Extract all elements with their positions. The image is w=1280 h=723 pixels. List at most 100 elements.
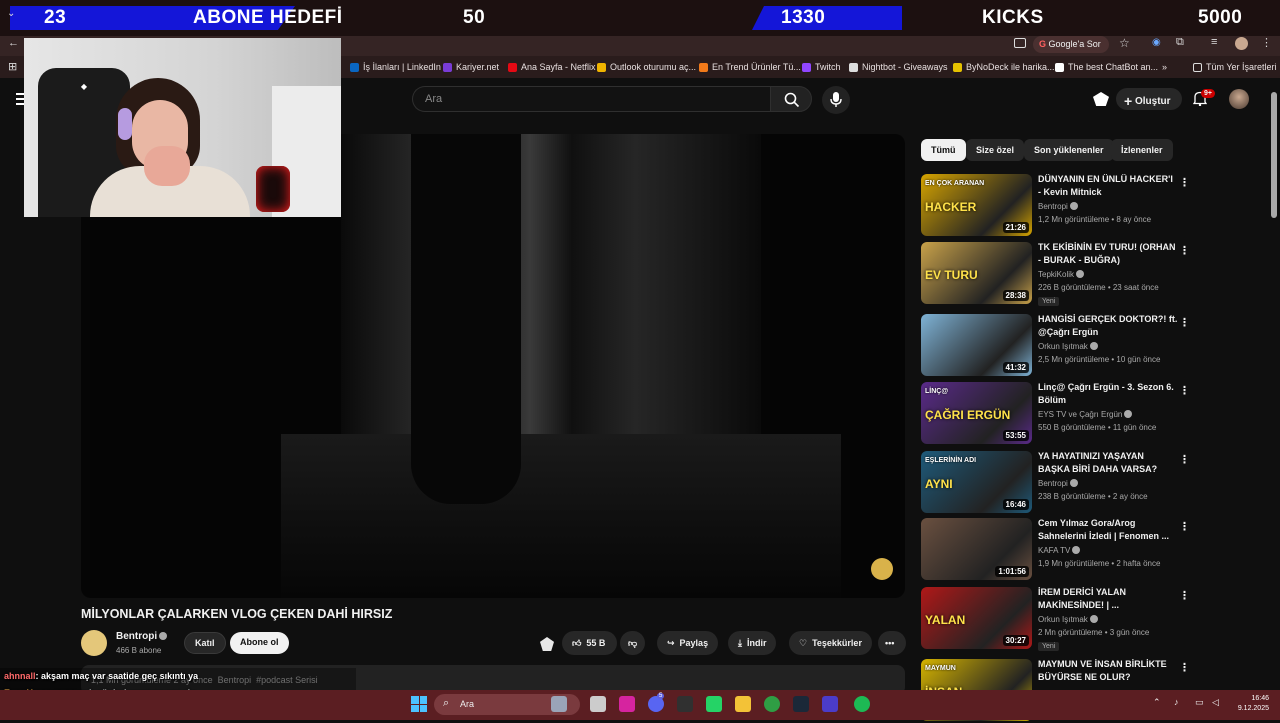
recommendation-item[interactable]: YALAN 30:27 İREM DERİCİ YALAN MAKİNESİNDE!… bbox=[921, 587, 1266, 651]
steam-icon[interactable] bbox=[793, 696, 809, 712]
channel-watermark-icon[interactable] bbox=[871, 558, 893, 580]
sparkle-icon[interactable] bbox=[540, 637, 554, 651]
recommendation-menu-icon[interactable]: ⋮ bbox=[1179, 244, 1190, 257]
video-thumbnail[interactable]: YALAN 30:27 bbox=[921, 587, 1032, 649]
channel-avatar[interactable] bbox=[81, 630, 107, 656]
bookmark-item[interactable]: İş İlanları | LinkedIn bbox=[350, 62, 441, 72]
instagram-icon[interactable] bbox=[619, 696, 635, 712]
cast-icon[interactable] bbox=[1014, 38, 1026, 48]
video-thumbnail[interactable]: EN ÇOK ARANAN HACKER 21:26 bbox=[921, 174, 1032, 236]
recommendation-title[interactable]: MAYMUN VE İNSAN BİRLİKTE BÜYÜRSE NE OLUR… bbox=[1038, 658, 1178, 684]
like-button[interactable]: 👍︎ 55 B bbox=[562, 631, 618, 655]
verified-icon bbox=[1089, 615, 1098, 623]
tray-chevron-icon[interactable]: ⌃ bbox=[1153, 697, 1161, 708]
explorer-window-icon[interactable] bbox=[590, 696, 606, 712]
chip-recent[interactable]: Son yüklenenler bbox=[1024, 139, 1114, 161]
bookmark-item[interactable]: Nightbot - Giveaways bbox=[849, 62, 948, 72]
recommendation-title[interactable]: YA HAYATINIZI YAŞAYAN BAŞKA BİRİ DAHA VA… bbox=[1038, 450, 1178, 476]
bookmarks-overflow-icon[interactable]: » bbox=[1162, 62, 1167, 72]
mic-tray-icon[interactable]: ♪ bbox=[1174, 697, 1179, 707]
chrome-icon[interactable] bbox=[764, 696, 780, 712]
search-input[interactable]: Ara bbox=[412, 86, 770, 112]
voice-search-button[interactable] bbox=[822, 86, 850, 114]
create-button[interactable]: + Oluştur bbox=[1116, 88, 1182, 110]
bookmark-item[interactable]: The best ChatBot an... bbox=[1055, 62, 1158, 72]
google-ask-button[interactable]: G Google'a Sor bbox=[1033, 36, 1109, 53]
bookmark-item[interactable]: Outlook oturumu aç... bbox=[597, 62, 696, 72]
task-view-icon[interactable] bbox=[551, 696, 567, 712]
puzzle-icon[interactable]: ⧉ bbox=[1176, 36, 1184, 49]
recommendation-title[interactable]: İREM DERİCİ YALAN MAKİNESİNDE! | ... bbox=[1038, 586, 1178, 612]
recommendation-channel[interactable]: Bentropi bbox=[1038, 479, 1078, 488]
video-thumbnail[interactable]: 1:01:56 bbox=[921, 518, 1032, 580]
chip-all[interactable]: Tümü bbox=[921, 139, 966, 161]
obs-icon[interactable] bbox=[677, 696, 693, 712]
channel-name[interactable]: Bentropi bbox=[116, 631, 168, 642]
apps-grid-icon[interactable]: ⊞ bbox=[8, 60, 17, 73]
bookmark-item[interactable]: En Trend Ürünler Tü... bbox=[699, 62, 801, 72]
recommendation-menu-icon[interactable]: ⋮ bbox=[1179, 384, 1190, 397]
recommendation-title[interactable]: Cem Yılmaz Gora/Arog Sahnelerini İzledi … bbox=[1038, 517, 1178, 543]
recommendation-channel[interactable]: KAFA TV bbox=[1038, 546, 1081, 555]
bookmark-item[interactable]: ByNoDeck ile harika... bbox=[953, 62, 1055, 72]
recommendation-item[interactable]: LİNÇ@ ÇAĞRI ERGÜN 53:55 Linç@ Çağrı Ergün -… bbox=[921, 382, 1266, 446]
thanks-button[interactable]: ♡ Teşekkürler bbox=[789, 631, 872, 655]
subscribe-button[interactable]: Abone ol bbox=[230, 632, 289, 654]
verified-icon bbox=[1124, 410, 1133, 418]
all-bookmarks-button[interactable]: Tüm Yer İşaretleri bbox=[1193, 62, 1277, 72]
recommendation-menu-icon[interactable]: ⋮ bbox=[1179, 661, 1190, 674]
recommendation-channel[interactable]: Orkun Işıtmak bbox=[1038, 615, 1098, 624]
recommendation-title[interactable]: TK EKİBİNİN EV TURU! (ORHAN - BURAK - BU… bbox=[1038, 241, 1178, 267]
vpn-icon[interactable] bbox=[822, 696, 838, 712]
file-explorer-icon[interactable] bbox=[735, 696, 751, 712]
recommendation-item[interactable]: EN ÇOK ARANAN HACKER 21:26 DÜNYANIN EN ÜNLÜ… bbox=[921, 174, 1266, 238]
recommendation-title[interactable]: Linç@ Çağrı Ergün - 3. Sezon 6. Bölüm bbox=[1038, 381, 1178, 407]
taskbar-clock[interactable]: 16:46 9.12.2025 bbox=[1233, 694, 1269, 714]
bookmark-item[interactable]: Ana Sayfa - Netflix bbox=[508, 62, 596, 72]
recommendation-menu-icon[interactable]: ⋮ bbox=[1179, 316, 1190, 329]
share-button[interactable]: ↪ Paylaş bbox=[657, 631, 719, 655]
recommendation-item[interactable]: 41:32 HANGİSİ GERÇEK DOKTOR?! ft. @Çağrı … bbox=[921, 314, 1266, 378]
reading-list-icon[interactable]: ≡ bbox=[1211, 36, 1217, 48]
bookmark-item[interactable]: Twitch bbox=[802, 62, 841, 72]
tab-search-icon[interactable]: ⌄ bbox=[7, 8, 15, 19]
recommendation-menu-icon[interactable]: ⋮ bbox=[1179, 176, 1190, 189]
recommendation-title[interactable]: HANGİSİ GERÇEK DOKTOR?! ft. @Çağrı Ergün bbox=[1038, 313, 1178, 339]
video-thumbnail[interactable]: 41:32 bbox=[921, 314, 1032, 376]
whatsapp-icon[interactable] bbox=[706, 696, 722, 712]
recommendation-menu-icon[interactable]: ⋮ bbox=[1179, 589, 1190, 602]
chip-watched[interactable]: İzlenenler bbox=[1111, 139, 1173, 161]
video-thumbnail[interactable]: LİNÇ@ ÇAĞRI ERGÜN 53:55 bbox=[921, 382, 1032, 444]
windows-start-icon[interactable] bbox=[411, 696, 427, 712]
recommendation-item[interactable]: EŞLERİNİN ADI AYNI 16:46 YA HAYATINIZI YAŞA… bbox=[921, 451, 1266, 515]
recommendation-channel[interactable]: EYS TV ve Çağrı Ergün bbox=[1038, 410, 1133, 419]
video-thumbnail[interactable]: EŞLERİNİN ADI AYNI 16:46 bbox=[921, 451, 1032, 513]
avatar[interactable] bbox=[1229, 89, 1249, 109]
recommendation-channel[interactable]: Bentropi bbox=[1038, 202, 1078, 211]
join-button[interactable]: Katıl bbox=[184, 632, 226, 654]
recommendation-menu-icon[interactable]: ⋮ bbox=[1179, 520, 1190, 533]
download-button[interactable]: ⤓ İndir bbox=[728, 631, 777, 655]
recommendation-item[interactable]: 1:01:56 Cem Yılmaz Gora/Arog Sahnelerini … bbox=[921, 518, 1266, 582]
more-actions-button[interactable]: ••• bbox=[878, 631, 906, 655]
recommendation-item[interactable]: EV TURU 28:38 TK EKİBİNİN EV TURU! (ORHAN … bbox=[921, 242, 1266, 306]
back-icon[interactable]: ← bbox=[8, 37, 19, 49]
create-label: Oluştur bbox=[1134, 96, 1171, 107]
chip-for-you[interactable]: Size özel bbox=[966, 139, 1025, 161]
recommendation-channel[interactable]: Orkun Işıtmak bbox=[1038, 342, 1098, 351]
spotify-icon[interactable] bbox=[854, 696, 870, 712]
recommendation-channel[interactable]: TepkiKolik bbox=[1038, 270, 1085, 279]
recommendation-menu-icon[interactable]: ⋮ bbox=[1179, 453, 1190, 466]
bookmark-star-icon[interactable]: ☆ bbox=[1119, 36, 1130, 50]
network-icon[interactable]: ▭ bbox=[1195, 697, 1204, 708]
search-button[interactable] bbox=[770, 86, 812, 112]
dislike-button[interactable]: 👎︎ bbox=[620, 631, 646, 655]
browser-menu-icon[interactable]: ⋮ bbox=[1261, 36, 1272, 49]
page-scrollbar[interactable] bbox=[1271, 92, 1277, 218]
recommendation-title[interactable]: DÜNYANIN EN ÜNLÜ HACKER'I - Kevin Mitnic… bbox=[1038, 173, 1178, 199]
extension-icon[interactable]: ◉ bbox=[1152, 37, 1161, 48]
video-thumbnail[interactable]: EV TURU 28:38 bbox=[921, 242, 1032, 304]
profile-icon[interactable] bbox=[1235, 37, 1248, 50]
bookmark-item[interactable]: Kariyer.net bbox=[443, 62, 499, 72]
volume-icon[interactable]: ◁ bbox=[1212, 697, 1219, 708]
